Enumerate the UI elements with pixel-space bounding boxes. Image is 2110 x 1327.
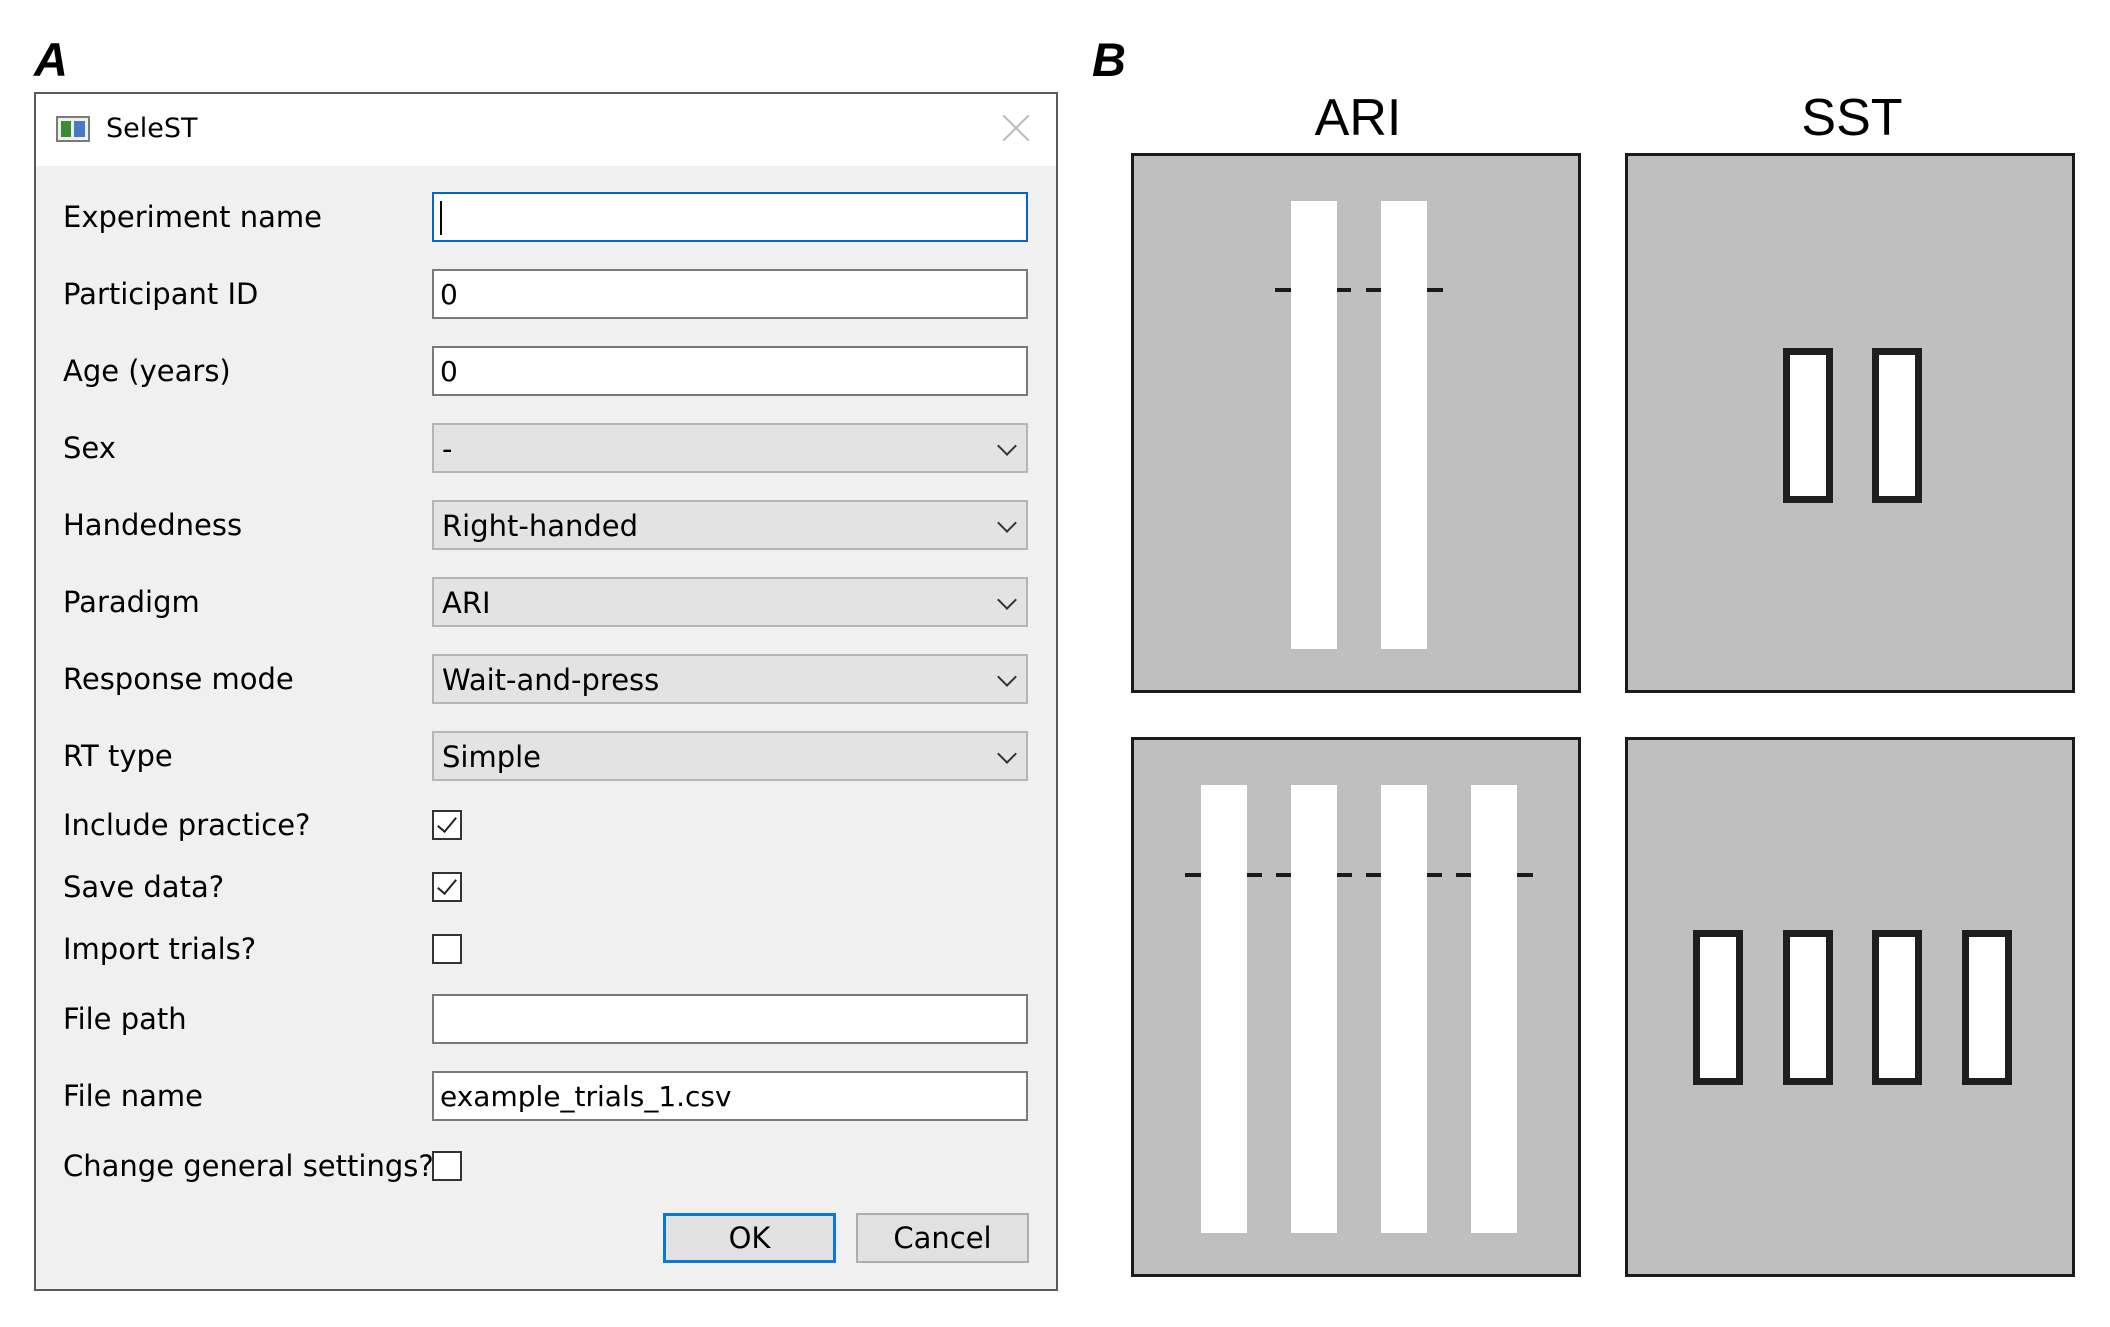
file-path-input[interactable] — [432, 994, 1028, 1044]
target-line-dash — [1427, 288, 1443, 292]
rt-type-select[interactable]: Simple — [432, 731, 1028, 781]
target-line-dash — [1337, 288, 1351, 292]
paradigm-select[interactable]: ARI — [432, 577, 1028, 627]
handedness-select[interactable]: Right-handed — [432, 500, 1028, 550]
sst-rectangle — [1872, 348, 1922, 503]
target-line-dash — [1185, 873, 1201, 877]
include-practice-checkbox[interactable] — [432, 810, 462, 840]
dialog-title: SeleST — [106, 113, 198, 144]
participant-id-label: Participant ID — [63, 277, 259, 311]
import-trials-label: Import trials? — [63, 932, 257, 966]
ari-bar — [1291, 785, 1337, 1233]
ok-button[interactable]: OK — [663, 1213, 836, 1263]
ari-four-bar-screen — [1131, 737, 1581, 1277]
chevron-down-icon — [997, 590, 1017, 610]
title-bar[interactable]: SeleST — [36, 94, 1056, 166]
paradigm-label: Paradigm — [63, 585, 200, 619]
file-name-label: File name — [63, 1079, 203, 1113]
change-general-settings-checkbox[interactable] — [432, 1151, 462, 1181]
change-general-settings-label: Change general settings? — [63, 1149, 434, 1183]
ari-bar — [1201, 785, 1247, 1233]
chevron-down-icon — [997, 513, 1017, 533]
save-data-label: Save data? — [63, 870, 225, 904]
response-mode-label: Response mode — [63, 662, 294, 696]
experiment-name-input[interactable] — [432, 192, 1028, 242]
sst-rectangle — [1872, 930, 1922, 1085]
sst-rectangle — [1962, 930, 2012, 1085]
sst-four-rect-screen — [1625, 737, 2075, 1277]
file-path-label: File path — [63, 1002, 187, 1036]
close-icon[interactable] — [998, 110, 1034, 146]
sst-heading: SST — [1801, 89, 1903, 147]
ari-heading: ARI — [1314, 89, 1402, 147]
age-label: Age (years) — [63, 354, 231, 388]
handedness-label: Handedness — [63, 508, 243, 542]
target-line-dash — [1456, 873, 1471, 877]
sst-rectangle — [1783, 348, 1833, 503]
include-practice-label: Include practice? — [63, 808, 311, 842]
save-data-checkbox[interactable] — [432, 872, 462, 902]
response-mode-value: Wait-and-press — [442, 663, 660, 697]
target-line-dash — [1247, 873, 1262, 877]
experiment-name-label: Experiment name — [63, 200, 323, 234]
file-name-input[interactable] — [432, 1071, 1028, 1121]
age-input[interactable] — [432, 346, 1028, 396]
panel-label-a: A — [34, 33, 68, 86]
sst-rectangle — [1783, 930, 1833, 1085]
target-line-dash — [1275, 288, 1291, 292]
rt-type-label: RT type — [63, 739, 173, 773]
target-line-dash — [1517, 873, 1533, 877]
target-line-dash — [1337, 873, 1352, 877]
participant-id-input[interactable] — [432, 269, 1028, 319]
chevron-down-icon — [997, 436, 1017, 456]
rt-type-value: Simple — [442, 740, 542, 774]
sst-rectangle — [1693, 930, 1743, 1085]
sex-select[interactable]: - — [432, 423, 1028, 473]
sex-value: - — [442, 432, 453, 466]
sst-two-rect-screen — [1625, 153, 2075, 693]
handedness-value: Right-handed — [442, 509, 639, 543]
paradigm-value: ARI — [442, 586, 491, 620]
target-line-dash — [1366, 873, 1381, 877]
cancel-button[interactable]: Cancel — [856, 1213, 1029, 1263]
ari-bar — [1381, 785, 1427, 1233]
chevron-down-icon — [997, 744, 1017, 764]
ari-bar — [1291, 201, 1337, 649]
selest-dialog: SeleST Experiment name Participant ID Ag… — [34, 92, 1058, 1291]
app-icon — [56, 116, 90, 142]
target-line-dash — [1427, 873, 1442, 877]
target-line-dash — [1366, 288, 1381, 292]
ari-two-bar-screen — [1131, 153, 1581, 693]
import-trials-checkbox[interactable] — [432, 934, 462, 964]
ari-bar — [1381, 201, 1427, 649]
target-line-dash — [1276, 873, 1291, 877]
response-mode-select[interactable]: Wait-and-press — [432, 654, 1028, 704]
panel-label-b: B — [1092, 33, 1126, 86]
text-caret — [440, 201, 442, 235]
ari-bar — [1471, 785, 1517, 1233]
sex-label: Sex — [63, 431, 116, 465]
chevron-down-icon — [997, 667, 1017, 687]
